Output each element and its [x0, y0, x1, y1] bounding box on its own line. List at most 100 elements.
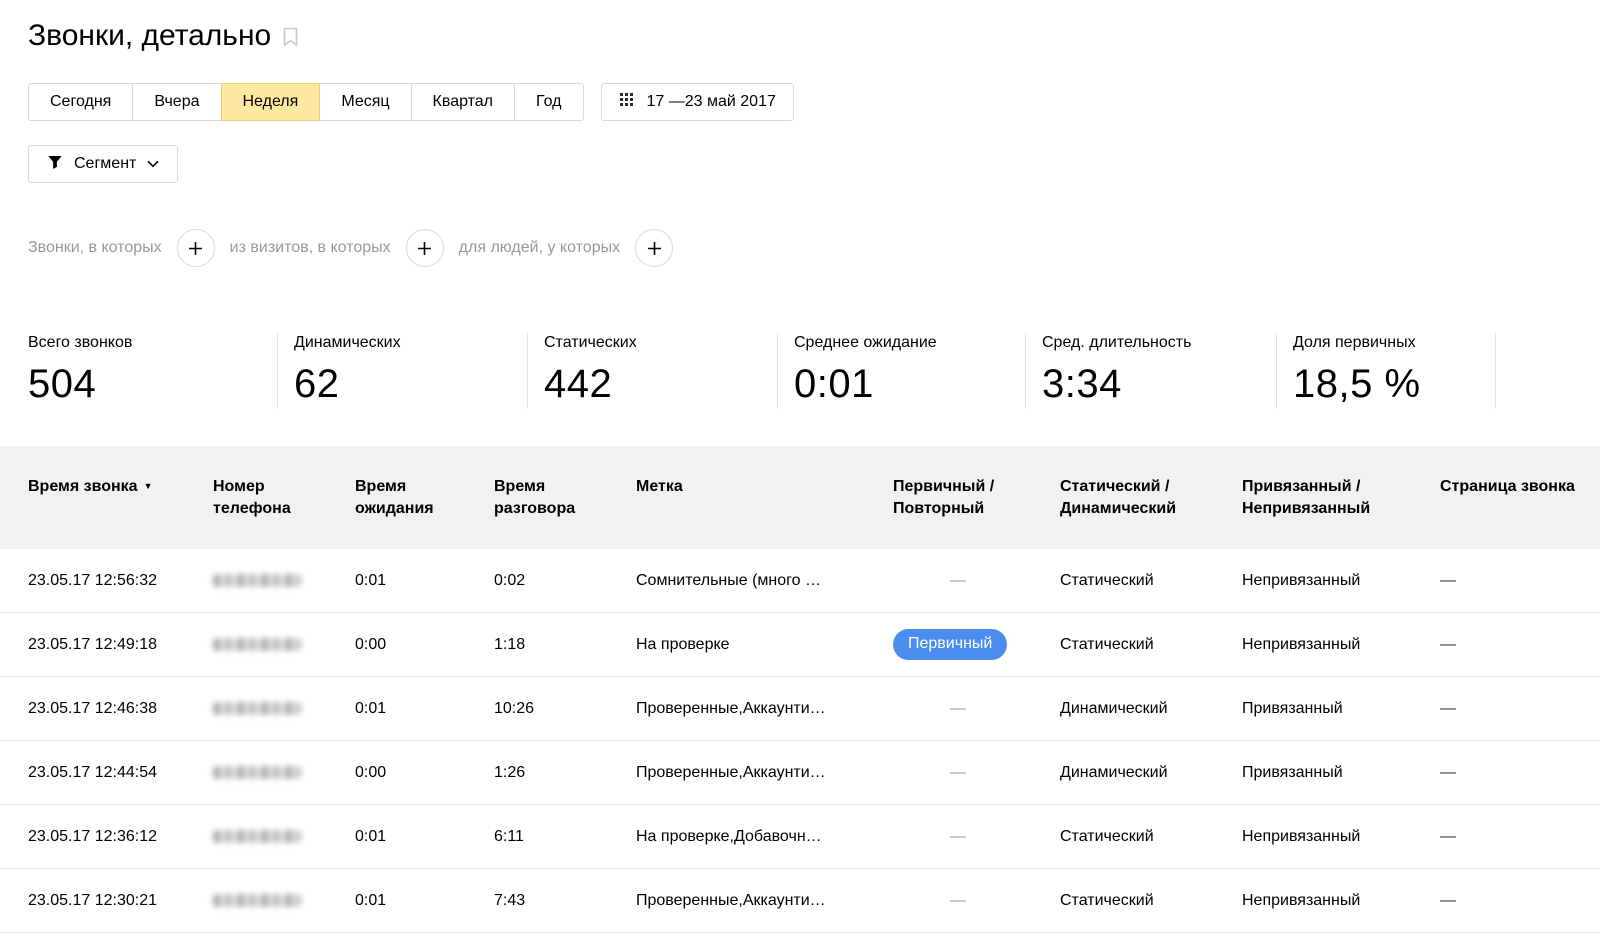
cell-phone	[213, 766, 355, 779]
column-header-binding[interactable]: Привязанный / Непривязанный	[1242, 476, 1440, 520]
cell-static-dynamic: Динамический	[1060, 764, 1242, 782]
cell-call-time: 23.05.17 12:44:54	[0, 764, 213, 782]
cell-primary: —	[893, 572, 1060, 590]
table-row: 23.05.17 12:36:12 0:01 6:11 На проверке,…	[0, 805, 1600, 869]
cell-tag: Проверенные,Аккаунти…	[636, 892, 893, 910]
metric-avg-duration: Сред. длительность 3:34	[1025, 333, 1276, 409]
cell-wait-time: 0:00	[355, 764, 494, 782]
cell-call-page: —	[1440, 700, 1600, 718]
cell-primary: —	[893, 700, 1060, 718]
bookmark-icon[interactable]	[283, 20, 298, 56]
cell-call-page: —	[1440, 636, 1600, 654]
sort-desc-icon: ▼	[144, 481, 153, 491]
date-range-button[interactable]: 17 —23 май 2017	[601, 83, 794, 121]
metrics-divider	[1495, 333, 1496, 409]
cell-call-page: —	[1440, 828, 1600, 846]
cell-phone	[213, 702, 355, 715]
metric-value: 442	[544, 361, 777, 407]
column-header-call-time[interactable]: Время звонка▼	[0, 476, 213, 499]
metric-label: Сред. длительность	[1042, 333, 1276, 353]
metric-label: Статических	[544, 333, 777, 353]
tab-yesterday[interactable]: Вчера	[132, 83, 221, 121]
page-title-text: Звонки, детально	[28, 18, 271, 54]
cell-phone	[213, 574, 355, 587]
cell-phone	[213, 638, 355, 651]
column-header-phone[interactable]: Номер телефона	[213, 476, 355, 520]
tab-today[interactable]: Сегодня	[28, 83, 133, 121]
cell-talk-time: 7:43	[494, 892, 636, 910]
cell-primary: —	[893, 892, 1060, 910]
metric-first-call-share: Доля первичных 18,5 %	[1276, 333, 1495, 409]
add-visit-filter-button[interactable]	[406, 229, 444, 267]
column-header-wait-time[interactable]: Время ожидания	[355, 476, 494, 520]
phone-number-blurred	[213, 766, 301, 779]
cell-binding: Непривязанный	[1242, 828, 1440, 846]
cell-tag: Сомнительные (много …	[636, 572, 893, 590]
filter-label-visits: из визитов, в которых	[230, 239, 391, 257]
cell-tag: Проверенные,Аккаунти…	[636, 764, 893, 782]
metric-value: 18,5 %	[1293, 361, 1495, 407]
date-range-label: 17 —23 май 2017	[647, 93, 776, 111]
cell-wait-time: 0:01	[355, 828, 494, 846]
period-tab-group: Сегодня Вчера Неделя Месяц Квартал Год	[28, 83, 584, 121]
column-header-tag[interactable]: Метка	[636, 476, 893, 498]
cell-call-page: —	[1440, 892, 1600, 910]
metric-value: 0:01	[794, 361, 1025, 407]
cell-binding: Непривязанный	[1242, 892, 1440, 910]
segment-button[interactable]: Сегмент	[28, 145, 178, 183]
cell-call-page: —	[1440, 572, 1600, 590]
cell-talk-time: 0:02	[494, 572, 636, 590]
metric-label: Всего звонков	[28, 333, 277, 353]
table-row: 23.05.17 12:30:21 0:01 7:43 Проверенные,…	[0, 869, 1600, 933]
phone-number-blurred	[213, 638, 301, 651]
tab-week[interactable]: Неделя	[221, 83, 321, 121]
cell-tag: На проверке	[636, 636, 893, 654]
tab-month[interactable]: Месяц	[319, 83, 411, 121]
column-header-static-dynamic[interactable]: Статический / Динамический	[1060, 476, 1242, 520]
tab-quarter[interactable]: Квартал	[411, 83, 515, 121]
cell-tag: На проверке,Добавочн…	[636, 828, 893, 846]
metric-value: 62	[294, 361, 527, 407]
calendar-icon	[619, 92, 636, 113]
phone-number-blurred	[213, 574, 301, 587]
phone-number-blurred	[213, 702, 301, 715]
cell-wait-time: 0:01	[355, 892, 494, 910]
tab-year[interactable]: Год	[514, 83, 583, 121]
cell-call-time: 23.05.17 12:49:18	[0, 636, 213, 654]
filter-label-people: для людей, у которых	[459, 239, 620, 257]
filter-label-calls: Звонки, в которых	[28, 239, 162, 257]
segment-label: Сегмент	[74, 155, 136, 173]
cell-talk-time: 1:26	[494, 764, 636, 782]
cell-call-time: 23.05.17 12:56:32	[0, 572, 213, 590]
cell-primary: —	[893, 764, 1060, 782]
column-header-talk-time[interactable]: Время разговора	[494, 476, 636, 520]
primary-call-badge: Первичный	[893, 629, 1007, 660]
filter-builders: Звонки, в которых из визитов, в которых …	[28, 229, 1600, 267]
metric-dynamic: Динамических 62	[277, 333, 527, 409]
period-controls: Сегодня Вчера Неделя Месяц Квартал Год 1…	[28, 83, 1600, 121]
cell-phone	[213, 830, 355, 843]
cell-binding: Непривязанный	[1242, 572, 1440, 590]
table-row: 23.05.17 12:46:38 0:01 10:26 Проверенные…	[0, 677, 1600, 741]
calls-table: Время звонка▼ Номер телефона Время ожида…	[0, 446, 1600, 933]
metric-value: 3:34	[1042, 361, 1276, 407]
cell-call-page: —	[1440, 764, 1600, 782]
metric-value: 504	[28, 361, 277, 407]
chevron-down-icon	[147, 155, 159, 173]
metric-label: Среднее ожидание	[794, 333, 1025, 353]
cell-static-dynamic: Статический	[1060, 636, 1242, 654]
page-title: Звонки, детально	[28, 16, 1600, 56]
cell-wait-time: 0:01	[355, 572, 494, 590]
column-header-call-page[interactable]: Страница звонка	[1440, 476, 1600, 498]
cell-talk-time: 6:11	[494, 828, 636, 846]
add-call-filter-button[interactable]	[177, 229, 215, 267]
cell-binding: Привязанный	[1242, 700, 1440, 718]
funnel-icon	[47, 154, 63, 175]
add-people-filter-button[interactable]	[635, 229, 673, 267]
cell-binding: Привязанный	[1242, 764, 1440, 782]
cell-primary: Первичный	[893, 629, 1060, 660]
cell-static-dynamic: Статический	[1060, 572, 1242, 590]
segment-row: Сегмент	[28, 145, 1600, 183]
metric-label: Динамических	[294, 333, 527, 353]
column-header-primary[interactable]: Первичный / Повторный	[893, 476, 1060, 520]
